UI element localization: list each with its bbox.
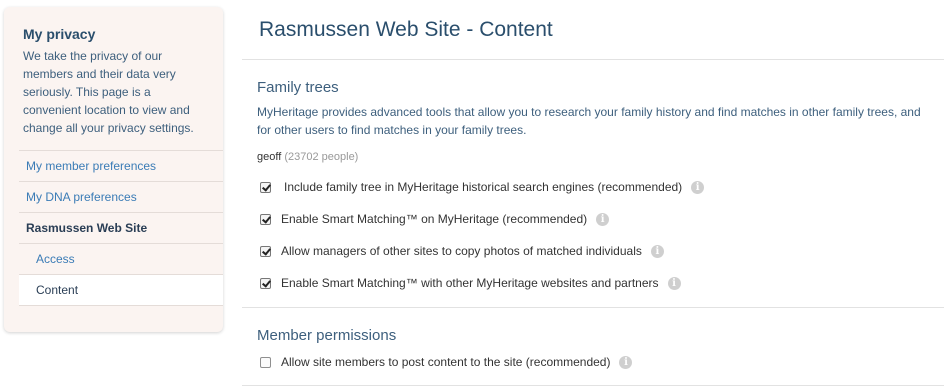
info-icon[interactable]: i (619, 355, 633, 369)
info-icon[interactable]: i (667, 276, 681, 290)
sidebar-item-site[interactable]: Rasmussen Web Site (19, 212, 223, 243)
option-historical-search: Include family tree in MyHeritage histor… (260, 179, 705, 195)
section-title-family-trees: Family trees (257, 79, 339, 96)
checkbox-copy-photos[interactable] (260, 245, 271, 257)
info-icon[interactable]: i (650, 244, 664, 258)
option-label[interactable]: Include family tree in MyHeritage histor… (284, 180, 682, 194)
info-icon[interactable]: i (596, 212, 610, 226)
info-icon[interactable]: i (691, 180, 705, 194)
family-trees-description: MyHeritage provides advanced tools that … (257, 105, 921, 137)
option-smart-matching: Enable Smart Matching™ on MyHeritage (re… (260, 211, 610, 227)
tree-name: geoff (257, 151, 282, 163)
sidebar-item-member-preferences[interactable]: My member preferences (19, 150, 223, 181)
option-label[interactable]: Allow site members to post content to th… (281, 355, 610, 369)
option-label[interactable]: Enable Smart Matching™ on MyHeritage (re… (281, 212, 587, 226)
tree-count: (23702 people) (284, 151, 359, 163)
divider (242, 385, 944, 386)
option-label[interactable]: Enable Smart Matching™ with other MyHeri… (281, 276, 659, 290)
divider (242, 59, 944, 60)
page-title: Rasmussen Web Site - Content (259, 18, 553, 41)
main-content: Rasmussen Web Site - Content Family tree… (242, 0, 944, 391)
sidebar-description: We take the privacy of our members and t… (23, 49, 194, 135)
sidebar-nav: My member preferences My DNA preferences… (19, 150, 223, 306)
sidebar-title: My privacy (23, 26, 96, 42)
divider (242, 307, 944, 308)
checkbox-historical-search[interactable] (260, 181, 271, 193)
checkbox-post-content[interactable] (260, 356, 271, 368)
tree-info: geoff (23702 people) (257, 151, 358, 163)
option-label[interactable]: Allow managers of other sites to copy ph… (281, 244, 642, 258)
checkbox-smart-matching-partners[interactable] (260, 277, 271, 289)
sidebar-item-dna-preferences[interactable]: My DNA preferences (19, 181, 223, 212)
sidebar-item-access[interactable]: Access (19, 243, 223, 274)
section-title-member-permissions: Member permissions (257, 327, 397, 344)
option-smart-matching-partners: Enable Smart Matching™ with other MyHeri… (260, 275, 681, 291)
sidebar-item-content[interactable]: Content (19, 274, 223, 306)
option-post-content: Allow site members to post content to th… (260, 354, 633, 370)
privacy-sidebar: My privacy We take the privacy of our me… (4, 7, 223, 332)
option-copy-photos: Allow managers of other sites to copy ph… (260, 243, 664, 259)
checkbox-smart-matching[interactable] (260, 213, 271, 225)
